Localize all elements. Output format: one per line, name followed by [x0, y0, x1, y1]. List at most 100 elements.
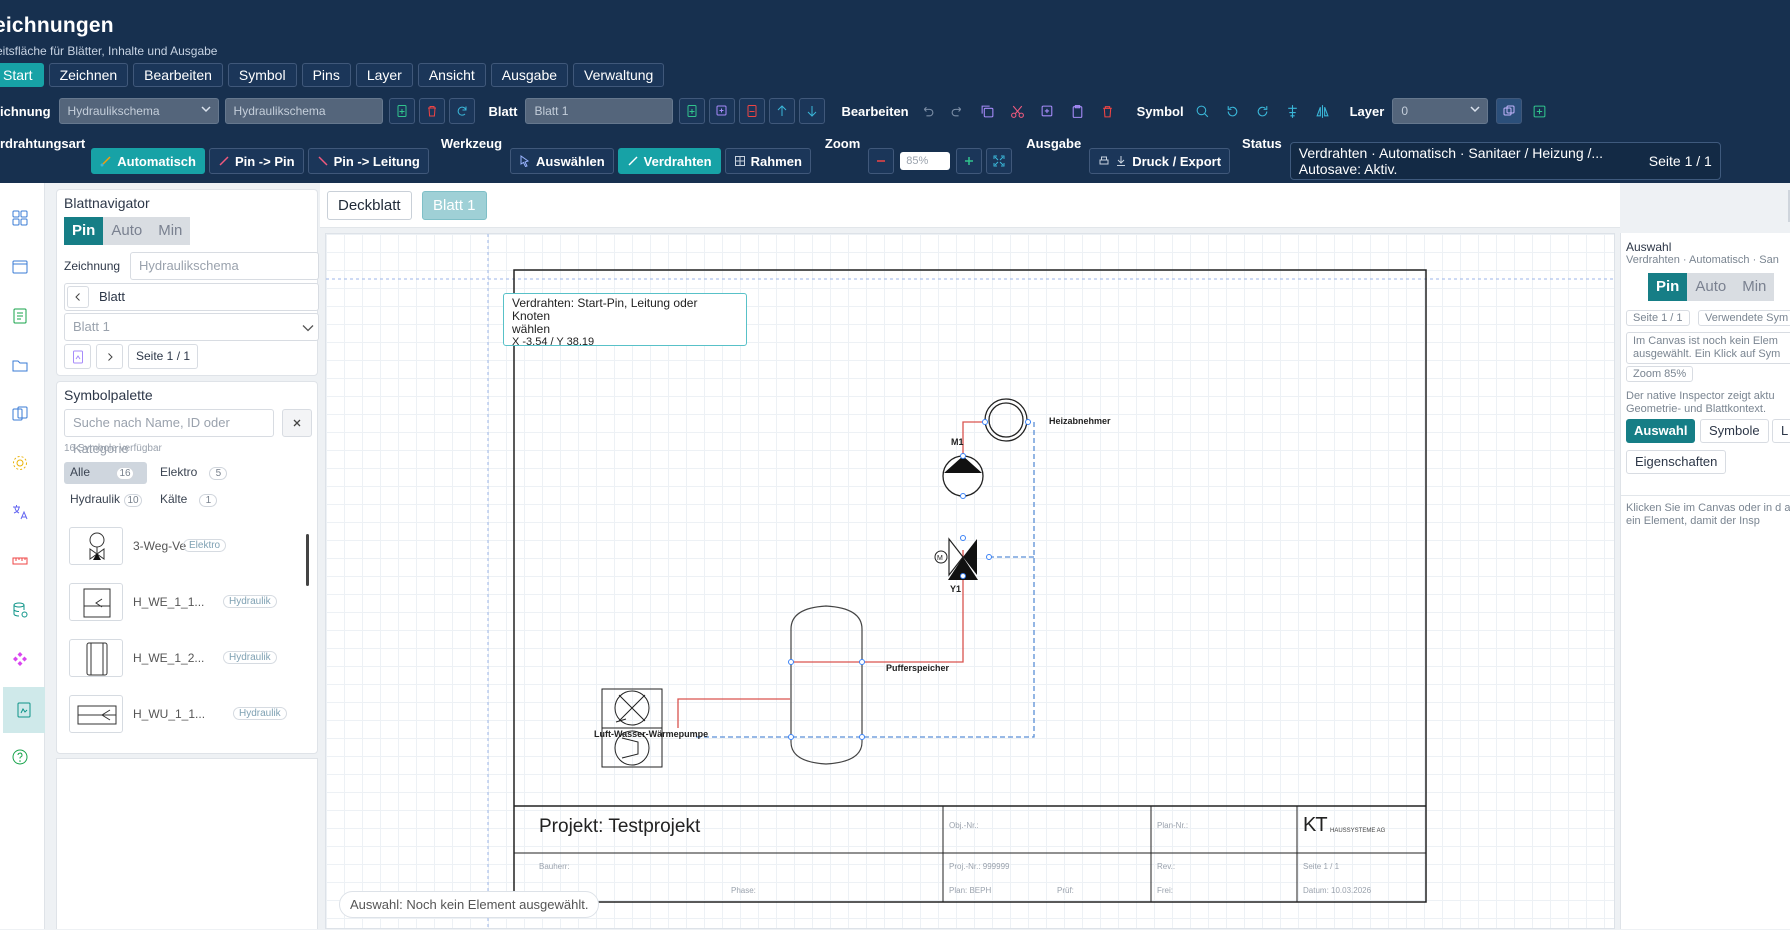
align-button[interactable]	[1280, 98, 1306, 124]
navigator-sheet-doc-button[interactable]	[64, 344, 91, 369]
cursor-icon	[520, 155, 530, 167]
zoom-fit-button[interactable]	[986, 148, 1013, 174]
ruler-icon[interactable]	[9, 550, 31, 572]
folder-icon[interactable]	[9, 354, 31, 376]
delete-drawing-button[interactable]	[418, 98, 445, 124]
navigator-prev-button[interactable]	[67, 286, 89, 308]
duplicate-button[interactable]	[1035, 98, 1061, 124]
return-wire	[696, 421, 1035, 738]
zoom-input[interactable]: 85%	[900, 152, 951, 170]
filter-alle[interactable]: Alle 16	[64, 462, 147, 484]
palette-item[interactable]: H_WU_1_1... Hydraulik	[69, 695, 287, 735]
navigator-next-button[interactable]	[96, 344, 123, 369]
help-icon[interactable]	[9, 746, 31, 768]
settings-icon[interactable]	[9, 452, 31, 474]
sheet-down-button[interactable]	[799, 98, 826, 124]
filter-kaelte[interactable]: Kälte 1	[154, 489, 223, 511]
auto-wiring-button[interactable]: Automatisch	[91, 148, 205, 174]
menu-pins[interactable]: Pins	[301, 63, 351, 87]
palette-item[interactable]: H_WE_1_1... Hydraulik	[69, 583, 277, 623]
redo-button[interactable]	[945, 98, 971, 124]
refresh-drawing-button[interactable]	[448, 98, 475, 124]
undo-button[interactable]	[915, 98, 941, 124]
menu-bearbeiten[interactable]: Bearbeiten	[133, 63, 223, 87]
components-icon[interactable]	[9, 648, 31, 670]
dashboard-icon[interactable]	[9, 207, 31, 229]
layer-add-button[interactable]	[1526, 98, 1552, 124]
page-indicator: Seite 1 / 1	[1648, 153, 1712, 169]
mirror-button[interactable]	[1310, 98, 1336, 124]
heatpump-fan-blades	[618, 694, 646, 722]
document-icon[interactable]	[9, 305, 31, 327]
window-icon[interactable]	[9, 256, 31, 278]
drawing-icon[interactable]	[3, 687, 45, 733]
cut-button[interactable]	[1005, 98, 1031, 124]
pin-leitung-button[interactable]: Pin -> Leitung	[307, 148, 429, 174]
navigator-zeichnung-input[interactable]: Hydraulikschema	[130, 252, 319, 280]
palette-item[interactable]: 3-Weg-Ve Elektro	[69, 527, 274, 567]
select-tool-button[interactable]: Auswählen	[510, 148, 614, 174]
menu-ausgabe[interactable]: Ausgabe	[490, 63, 569, 87]
inspector-eigenschaften-button[interactable]: Eigenschaften	[1626, 450, 1727, 474]
palette-scrollbar[interactable]	[306, 534, 309, 586]
menu-start[interactable]: Start	[0, 63, 44, 87]
database-icon[interactable]	[9, 599, 31, 621]
blatt-input[interactable]: Blatt 1	[525, 98, 674, 124]
new-drawing-button[interactable]	[388, 98, 415, 124]
delete-button[interactable]	[1095, 98, 1121, 124]
zeichnung-name-input[interactable]: Hydraulikschema	[224, 98, 383, 124]
navigator-mode-min[interactable]: Min	[150, 217, 191, 245]
inspector-tab-auswahl[interactable]: Auswahl	[1626, 419, 1696, 443]
palette-search-input[interactable]: Suche nach Name, ID oder Kategorie	[64, 409, 274, 456]
delete-sheet-button[interactable]	[739, 98, 766, 124]
tab-blatt-1[interactable]: Blatt 1	[422, 191, 487, 220]
layer-copy-button[interactable]	[1496, 98, 1523, 124]
titleblock-obj-nr: Obj.-Nr.:	[949, 821, 979, 830]
inspector-tab-l[interactable]: L	[1772, 419, 1790, 443]
consumer-inner	[988, 402, 1024, 438]
frame-tool-button[interactable]: Rahmen	[724, 148, 811, 174]
palette-clear-button[interactable]	[282, 409, 312, 437]
inspector-mode-auto[interactable]: Auto	[1687, 273, 1735, 301]
inspector-mode-pin[interactable]: Pin	[1648, 273, 1688, 301]
palette-item[interactable]: H_WE_1_2... Hydraulik	[69, 639, 277, 679]
zoom-out-button[interactable]	[868, 148, 895, 174]
navigator-mode-auto[interactable]: Auto	[103, 217, 151, 245]
inspector-mode-min[interactable]: Min	[1734, 273, 1775, 301]
filter-hydraulik[interactable]: Hydraulik 10	[64, 489, 148, 511]
zeichnung-name-value: Hydraulikschema	[233, 104, 326, 118]
copy-sheet-button[interactable]	[709, 98, 736, 124]
rotate-left-icon	[1227, 105, 1238, 116]
navigator-blatt-select[interactable]: Blatt 1	[64, 313, 319, 341]
zeichnung-label: ichnung	[0, 103, 51, 119]
palette-count: 16 Symbole verfügbar	[64, 443, 162, 454]
print-export-button[interactable]: Druck / Export	[1089, 148, 1231, 174]
tab-deckblatt[interactable]: Deckblatt	[327, 191, 412, 220]
align-icon	[1288, 104, 1297, 118]
zeichnung-select[interactable]: Hydraulikschema	[58, 98, 219, 124]
menu-verwaltung[interactable]: Verwaltung	[573, 63, 665, 87]
inspector-tab-symbole[interactable]: Symbole	[1700, 419, 1769, 443]
zoom-in-button[interactable]	[956, 148, 983, 174]
menu-ansicht[interactable]: Ansicht	[417, 63, 486, 87]
copy-docs-icon[interactable]	[9, 403, 31, 425]
palette-title: Symbolpalette	[64, 387, 153, 403]
pin-pin-button[interactable]: Pin -> Pin	[208, 148, 304, 174]
symbol-search-button[interactable]	[1190, 98, 1216, 124]
sheet-up-button[interactable]	[769, 98, 796, 124]
layer-select[interactable]: 0	[1392, 98, 1489, 124]
wire-tool-button[interactable]: Verdrahten	[617, 148, 721, 174]
new-sheet-button[interactable]	[679, 98, 706, 124]
navigator-mode-pin[interactable]: Pin	[64, 217, 104, 245]
menu-zeichnen[interactable]: Zeichnen	[48, 63, 129, 87]
translate-icon[interactable]	[9, 501, 31, 523]
copy-button[interactable]	[975, 98, 1001, 124]
paste-button[interactable]	[1065, 98, 1091, 124]
rotate-left-button[interactable]	[1220, 98, 1246, 124]
menu-symbol[interactable]: Symbol	[227, 63, 297, 87]
search-icon	[1196, 105, 1209, 117]
rotate-right-button[interactable]	[1250, 98, 1276, 124]
menu-layer[interactable]: Layer	[355, 63, 413, 87]
filter-elektro[interactable]: Elektro 5	[154, 462, 233, 484]
drawing-canvas[interactable]: M Verdrahten: Start-Pin, Leitung oder Kn…	[325, 233, 1616, 930]
